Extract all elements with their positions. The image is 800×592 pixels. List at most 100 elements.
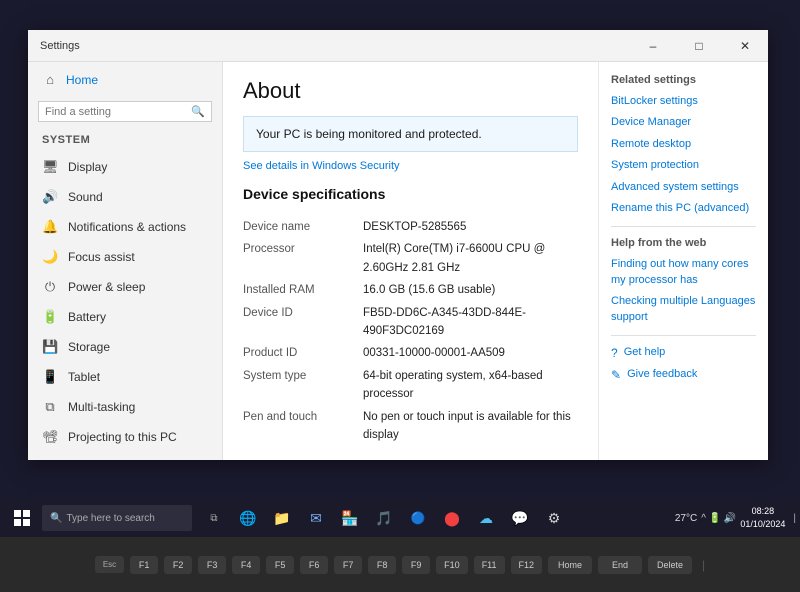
taskbar-app-explorer[interactable]: 📁	[266, 501, 298, 535]
sidebar-home[interactable]: ⌂ Home	[28, 62, 222, 97]
spec-label: Installed RAM	[243, 279, 363, 301]
tray-time[interactable]: 08:28 01/10/2024	[740, 505, 785, 530]
spec-value: 16.0 GB (15.6 GB usable)	[363, 279, 578, 301]
key-f7[interactable]: F7	[334, 556, 362, 574]
sidebar-item-label: Power & sleep	[68, 280, 145, 294]
key-f1[interactable]: F1	[130, 556, 158, 574]
spec-row: Installed RAM 16.0 GB (15.6 GB usable)	[243, 279, 578, 301]
minimize-button[interactable]: –	[630, 30, 676, 62]
get-help-item[interactable]: ? Get help	[611, 346, 756, 360]
taskbar-app-cortana[interactable]: ⧉	[198, 501, 230, 535]
sidebar-item-display[interactable]: 🖥 Display	[28, 152, 222, 182]
feedback-item[interactable]: ✎ Give feedback	[611, 368, 756, 382]
taskbar-app-onedrive[interactable]: ☁	[470, 501, 502, 535]
languages-help-link[interactable]: Checking multiple Languages support	[611, 294, 756, 325]
spec-value: FB5D-DD6C-A345-43DD-844E-490F3DC02169	[363, 302, 578, 343]
cores-help-link[interactable]: Finding out how many cores my processor …	[611, 257, 756, 288]
sidebar-item-projecting[interactable]: 📽 Projecting to this PC	[28, 422, 222, 452]
system-label: System	[28, 130, 222, 152]
sidebar-item-label: Battery	[68, 310, 106, 324]
sidebar-item-power[interactable]: ⏻ Power & sleep	[28, 272, 222, 302]
remote-desktop-link[interactable]: Remote desktop	[611, 137, 756, 152]
sidebar-item-multitasking[interactable]: ⧉ Multi-tasking	[28, 392, 222, 422]
spec-row: Device ID FB5D-DD6C-A345-43DD-844E-490F3…	[243, 302, 578, 343]
spec-value: 64-bit operating system, x64-based proce…	[363, 365, 578, 406]
search-icon: 🔍	[191, 105, 205, 118]
key-f2[interactable]: F2	[164, 556, 192, 574]
key-f3[interactable]: F3	[198, 556, 226, 574]
help-icon: ?	[611, 346, 618, 360]
sound-icon: 🔊	[42, 189, 58, 205]
help-title: Help from the web	[611, 237, 756, 249]
sidebar-item-sound[interactable]: 🔊 Sound	[28, 182, 222, 212]
sidebar-item-battery[interactable]: 🔋 Battery	[28, 302, 222, 332]
content-area: ⌂ Home 🔍 System 🖥 Display 🔊 Sound 🔔 Noti…	[28, 62, 768, 460]
key-f8[interactable]: F8	[368, 556, 396, 574]
taskbar-app-store[interactable]: 🏪	[334, 501, 366, 535]
device-spec-table: Device name DESKTOP-5285565 Processor In…	[243, 216, 578, 446]
right-divider	[611, 226, 756, 227]
display-icon: 🖥	[42, 159, 58, 175]
search-box[interactable]: 🔍	[38, 101, 212, 122]
date: 01/10/2024	[740, 518, 785, 531]
sidebar-item-notifications[interactable]: 🔔 Notifications & actions	[28, 212, 222, 242]
sidebar-item-tablet[interactable]: 📱 Tablet	[28, 362, 222, 392]
start-button[interactable]	[4, 501, 40, 535]
multitask-icon: ⧉	[42, 399, 58, 415]
search-input[interactable]	[45, 106, 187, 118]
spec-label: System type	[243, 365, 363, 406]
key-esc[interactable]: Esc	[95, 556, 124, 573]
show-desktop[interactable]: |	[789, 513, 796, 524]
key-f12[interactable]: F12	[511, 556, 543, 574]
monitor-text: Your PC is being monitored and protected…	[256, 127, 482, 141]
taskbar-app-music[interactable]: 🎵	[368, 501, 400, 535]
sidebar-item-label: Sound	[68, 190, 103, 204]
spec-label: Pen and touch	[243, 406, 363, 447]
key-delete[interactable]: Delete	[648, 556, 692, 574]
taskbar-app-opera[interactable]: ⬤	[436, 501, 468, 535]
taskbar-app-firefox[interactable]: 🔵	[402, 501, 434, 535]
spec-label: Processor	[243, 238, 363, 279]
taskbar-app-settings[interactable]: ⚙	[538, 501, 570, 535]
key-end[interactable]: End	[598, 556, 642, 574]
taskbar-app-teams[interactable]: 💬	[504, 501, 536, 535]
tray-icons: ^ 🔋 🔊	[701, 513, 736, 524]
key-f6[interactable]: F6	[300, 556, 328, 574]
rename-pc-advanced-link[interactable]: Rename this PC (advanced)	[611, 201, 756, 216]
spec-row: Processor Intel(R) Core(TM) i7-6600U CPU…	[243, 238, 578, 279]
battery-icon: 🔋	[42, 309, 58, 325]
key-f11[interactable]: F11	[474, 556, 505, 574]
related-settings-title: Related settings	[611, 74, 756, 86]
sidebar-home-label: Home	[66, 73, 98, 87]
key-f9[interactable]: F9	[402, 556, 430, 574]
notifications-icon: 🔔	[42, 219, 58, 235]
see-details-link[interactable]: See details in Windows Security	[243, 160, 578, 172]
page-title: About	[243, 78, 578, 104]
taskbar-search[interactable]: 🔍 Type here to search	[42, 505, 192, 531]
spec-label: Product ID	[243, 342, 363, 364]
taskbar-app-edge[interactable]: 🌐	[232, 501, 264, 535]
key-f10[interactable]: F10	[436, 556, 468, 574]
key-f4[interactable]: F4	[232, 556, 260, 574]
key-f5[interactable]: F5	[266, 556, 294, 574]
bitlocker-link[interactable]: BitLocker settings	[611, 94, 756, 109]
advanced-system-link[interactable]: Advanced system settings	[611, 180, 756, 195]
sidebar-item-label: Projecting to this PC	[68, 430, 177, 444]
system-tray: 27°C ^ 🔋 🔊 08:28 01/10/2024 |	[675, 505, 796, 530]
taskbar-app-mail[interactable]: ✉	[300, 501, 332, 535]
window-title: Settings	[40, 40, 80, 52]
feedback-label: Give feedback	[627, 368, 697, 380]
feedback-icon: ✎	[611, 368, 621, 382]
taskbar-search-text: Type here to search	[66, 513, 154, 524]
device-manager-link[interactable]: Device Manager	[611, 115, 756, 130]
system-protection-link[interactable]: System protection	[611, 158, 756, 173]
project-icon: 📽	[42, 429, 58, 445]
sidebar-item-label: Focus assist	[68, 250, 135, 264]
close-button[interactable]: ✕	[722, 30, 768, 62]
sidebar-item-focus[interactable]: 🌙 Focus assist	[28, 242, 222, 272]
sidebar-item-storage[interactable]: 💾 Storage	[28, 332, 222, 362]
maximize-button[interactable]: □	[676, 30, 722, 62]
keyboard: Esc F1 F2 F3 F4 F5 F6 F7 F8 F9 F10 F11 F…	[0, 537, 800, 592]
key-home[interactable]: Home	[548, 556, 592, 574]
sidebar-item-shared[interactable]: ✕ Shared experiences	[28, 452, 222, 460]
